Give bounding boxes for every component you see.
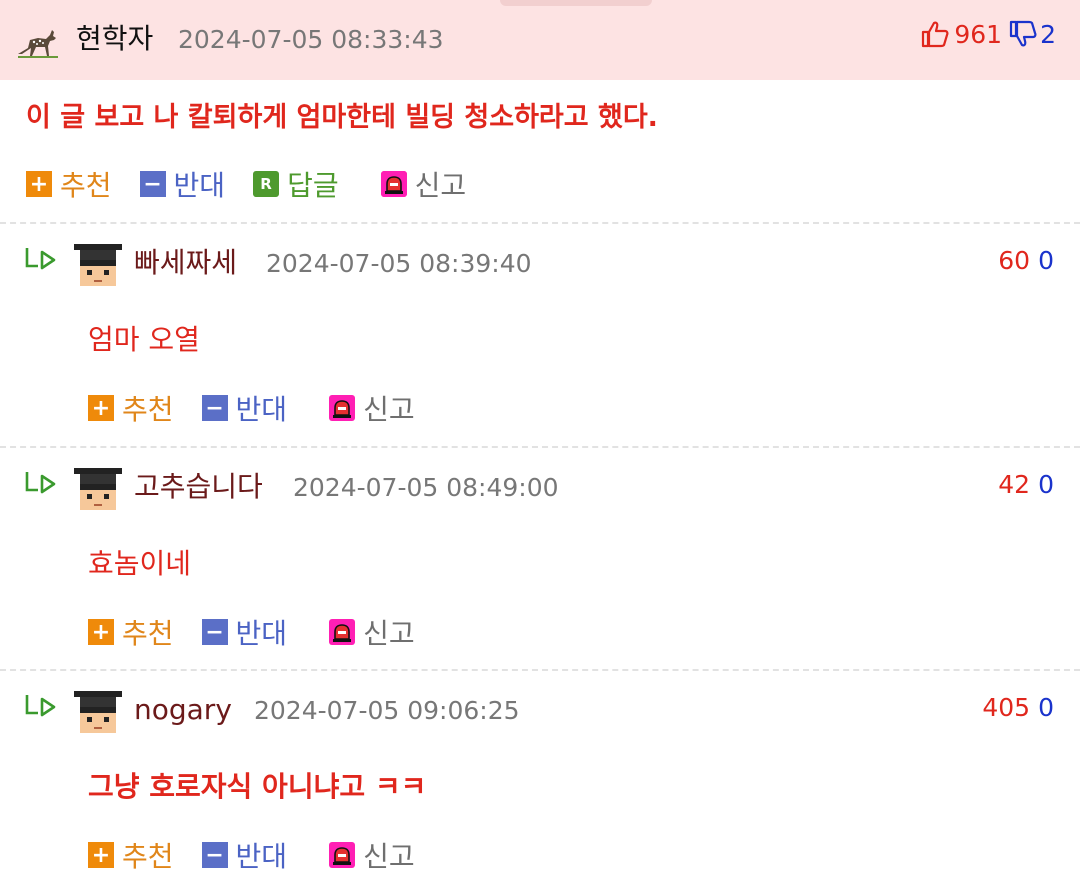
recommend-label: 추천 <box>60 169 112 202</box>
post-timestamp: 2024-07-05 08:33:43 <box>178 25 444 54</box>
comment-text: 엄마 오열 <box>88 323 200 356</box>
oppose-label: 반대 <box>235 393 288 426</box>
thumbs-down-icon[interactable] <box>1008 19 1038 49</box>
recommend-label: 추천 <box>122 617 174 650</box>
comment-item: 빠세짜세 2024-07-05 08:39:40 60 0 엄마 오열 + 추천 … <box>0 224 1080 446</box>
reply-button[interactable]: R 답글 <box>253 164 339 204</box>
comment-up-count: 60 <box>998 246 1031 275</box>
comment-text: 그냥 호로자식 아니냐고 ㅋㅋ <box>88 770 427 803</box>
post-up-count: 961 <box>954 19 1003 49</box>
comment-item: nogary 2024-07-05 09:06:25 405 0 그냥 호로자식 … <box>0 671 1080 891</box>
comment-vote-counts: 60 0 <box>998 246 1054 275</box>
recommend-button[interactable]: + 추천 <box>88 835 174 875</box>
post-down-count: 2 <box>1040 19 1056 49</box>
report-label: 신고 <box>414 169 467 202</box>
comment-down-count: 0 <box>1038 693 1054 722</box>
comment-vote-counts: 42 0 <box>998 470 1054 499</box>
oppose-label: 반대 <box>235 840 288 873</box>
comment-down-count: 0 <box>1038 246 1054 275</box>
reply-label: 답글 <box>287 169 339 202</box>
plus-icon: + <box>26 171 52 197</box>
minus-icon: − <box>201 619 228 645</box>
siren-icon <box>380 171 407 197</box>
minus-icon: − <box>139 171 166 197</box>
comment-timestamp: 2024-07-05 08:39:40 <box>266 249 532 278</box>
comment-actions: + 추천 − 반대 신고 <box>88 837 443 873</box>
plus-icon: + <box>88 842 114 868</box>
post-body-text: 이 글 보고 나 칼퇴하게 엄마한테 빌딩 청소하라고 했다. <box>26 102 658 133</box>
siren-icon <box>329 395 356 421</box>
comment-down-count: 0 <box>1038 470 1054 499</box>
report-button[interactable]: 신고 <box>329 835 415 875</box>
oppose-label: 반대 <box>173 169 226 202</box>
siren-icon <box>329 842 356 868</box>
comment-up-count: 405 <box>982 693 1031 722</box>
reply-arrow-icon <box>25 248 56 270</box>
report-button[interactable]: 신고 <box>380 164 467 204</box>
comment-timestamp: 2024-07-05 08:49:00 <box>293 473 559 502</box>
comment-author[interactable]: nogary <box>134 693 232 727</box>
comment-author[interactable]: 빠세짜세 <box>134 246 237 280</box>
report-label: 신고 <box>363 617 415 650</box>
comment-author[interactable]: 고추습니다 <box>134 470 263 504</box>
reply-arrow-icon <box>25 695 56 717</box>
oppose-button[interactable]: − 반대 <box>201 612 288 652</box>
post-header: 현학자 2024-07-05 08:33:43 961 2 <box>0 0 1080 80</box>
comment-actions: + 추천 − 반대 신고 <box>88 614 443 650</box>
minus-icon: − <box>201 395 228 421</box>
comment-actions: + 추천 − 반대 신고 <box>88 390 443 426</box>
recommend-button[interactable]: + 추천 <box>88 388 174 428</box>
deer-icon <box>18 30 58 58</box>
recommend-label: 추천 <box>122 840 174 873</box>
report-button[interactable]: 신고 <box>329 612 415 652</box>
recommend-label: 추천 <box>122 393 174 426</box>
oppose-button[interactable]: − 반대 <box>201 388 288 428</box>
report-button[interactable]: 신고 <box>329 388 415 428</box>
post-author[interactable]: 현학자 <box>76 22 153 56</box>
minus-icon: − <box>201 842 228 868</box>
recommend-button[interactable]: + 추천 <box>26 164 112 204</box>
oppose-button[interactable]: − 반대 <box>139 164 226 204</box>
recommend-button[interactable]: + 추천 <box>88 612 174 652</box>
comment-item: 고추습니다 2024-07-05 08:49:00 42 0 효놈이네 + 추천 … <box>0 448 1080 670</box>
comment-vote-counts: 405 0 <box>982 693 1054 722</box>
reply-r-icon: R <box>253 171 280 197</box>
comment-timestamp: 2024-07-05 09:06:25 <box>254 696 520 725</box>
report-label: 신고 <box>363 840 415 873</box>
oppose-label: 반대 <box>235 617 288 650</box>
report-label: 신고 <box>363 393 415 426</box>
post-vote-counts: 961 2 <box>920 16 1056 52</box>
post-actions: + 추천 − 반대 R 답글 신고 <box>26 166 494 202</box>
thumbs-up-icon[interactable] <box>920 19 950 49</box>
plus-icon: + <box>88 619 114 645</box>
oppose-button[interactable]: − 반대 <box>201 835 288 875</box>
student-avatar-icon <box>72 240 124 292</box>
comment-text: 효놈이네 <box>88 547 192 580</box>
student-avatar-icon <box>72 464 124 516</box>
tab-handle <box>500 0 652 6</box>
reply-arrow-icon <box>25 472 56 494</box>
student-avatar-icon <box>72 687 124 739</box>
siren-icon <box>329 619 356 645</box>
comment-up-count: 42 <box>998 470 1031 499</box>
plus-icon: + <box>88 395 114 421</box>
